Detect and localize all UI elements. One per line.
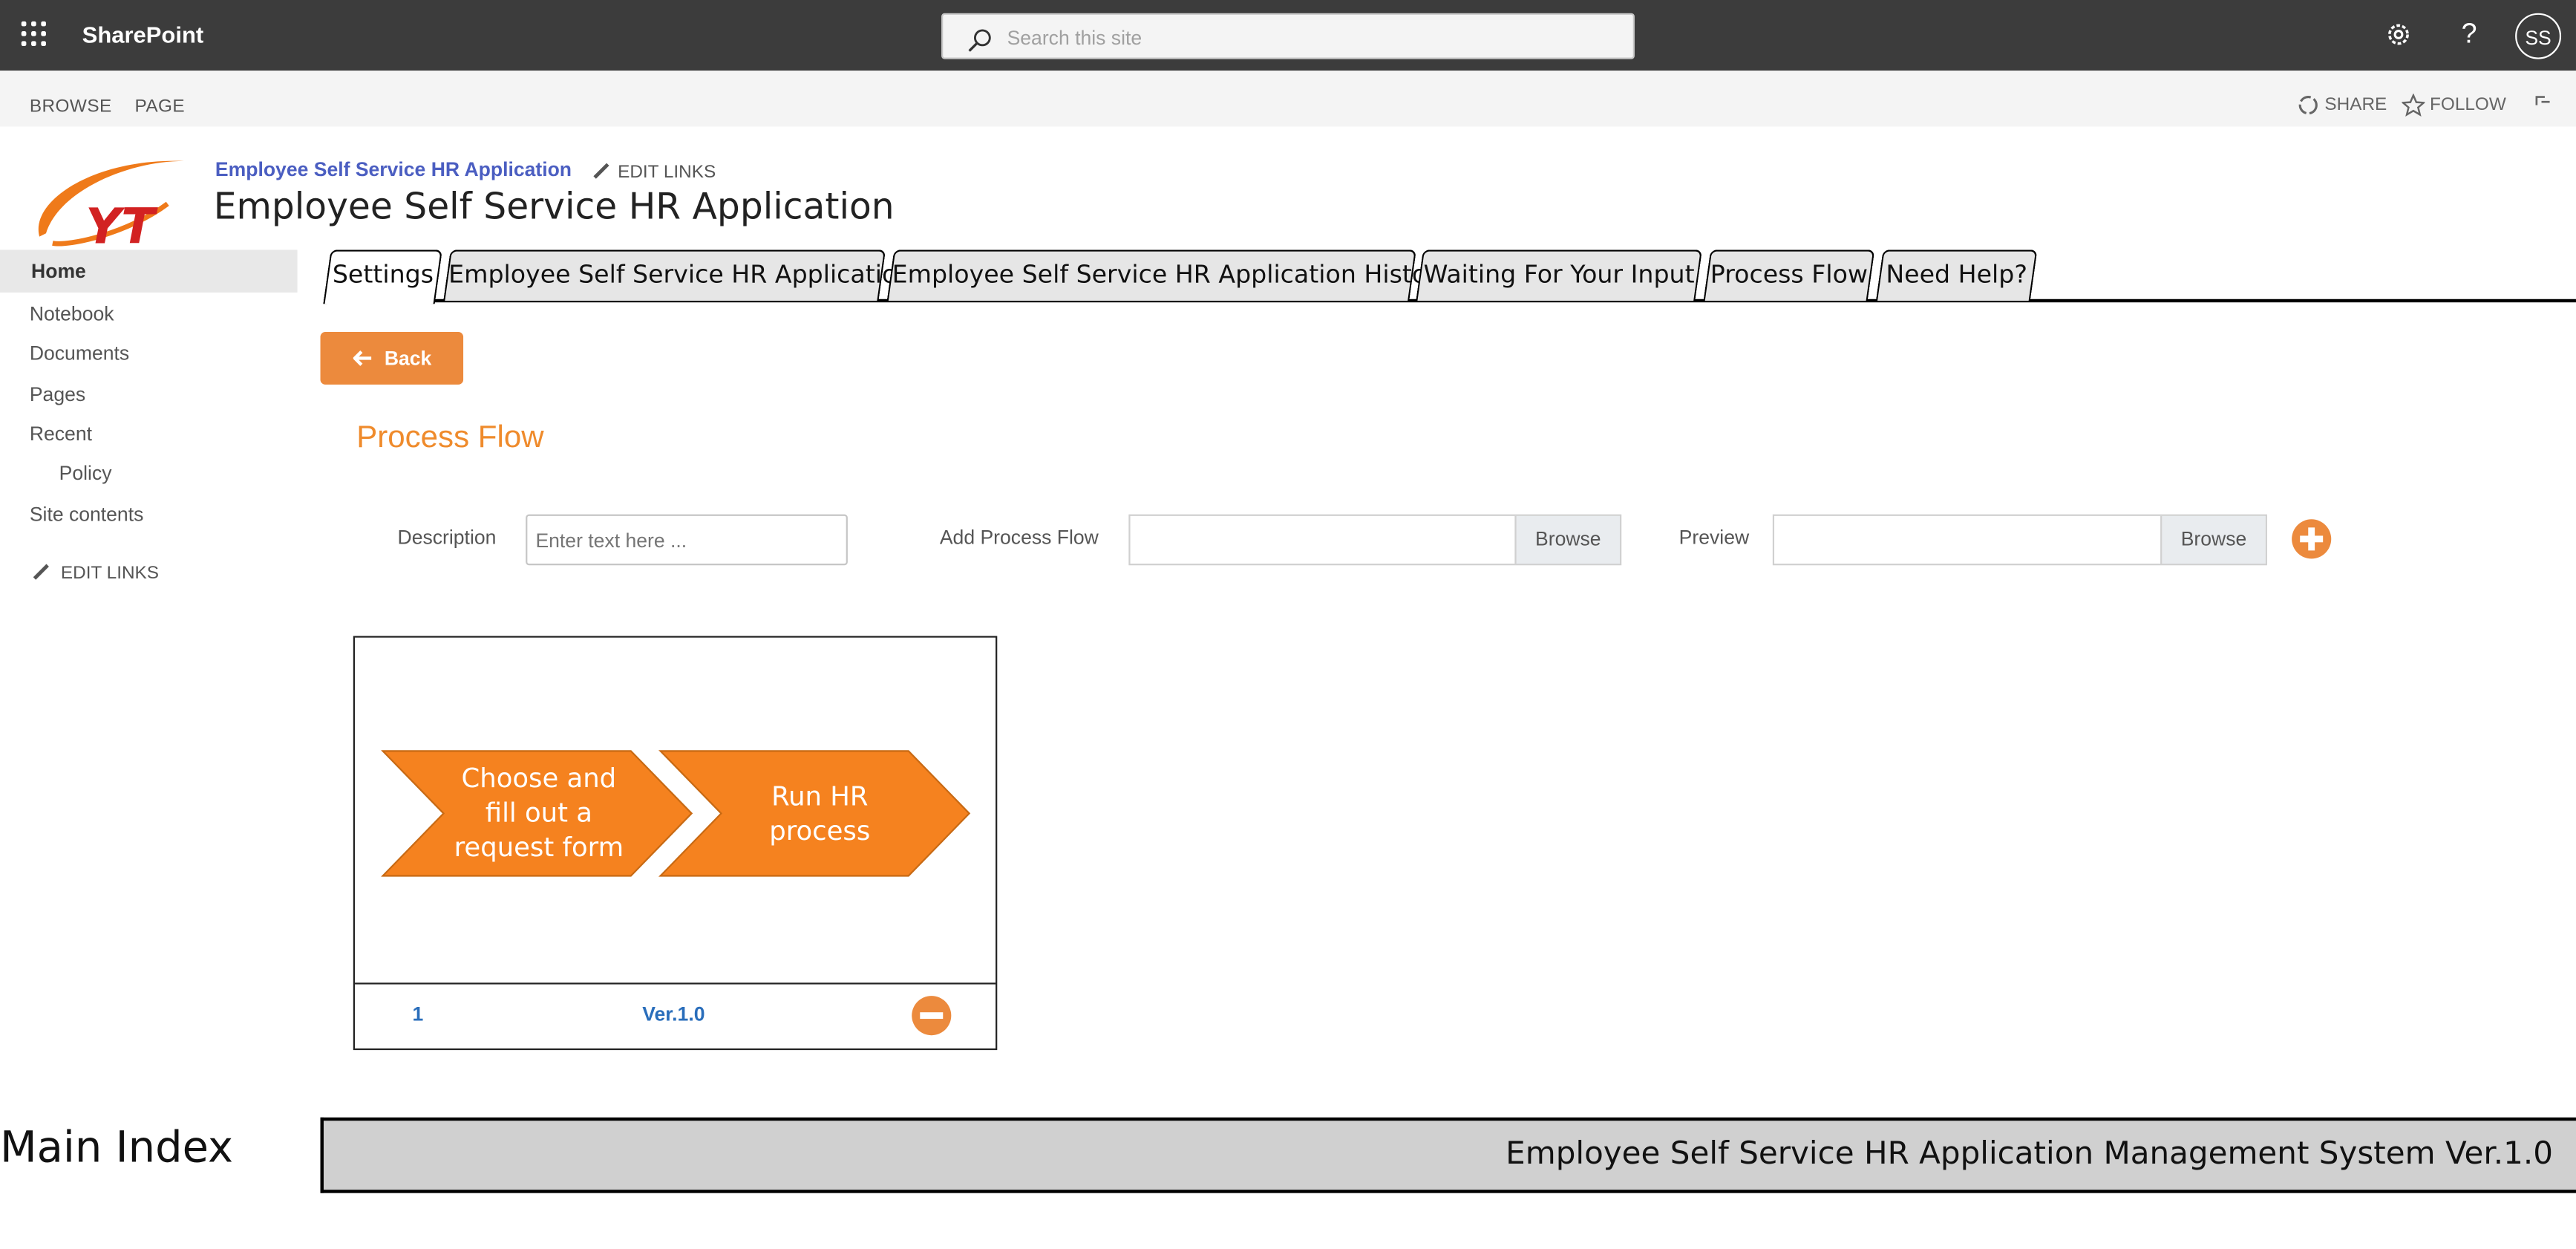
user-avatar[interactable]: SS (2515, 13, 2562, 59)
follow-button[interactable]: FOLLOW (2400, 93, 2506, 117)
tab-hr-application-label: Employee Self Service HR Application (448, 259, 913, 290)
process-flow-card: Choose and fill out a request form Run H… (353, 636, 998, 1051)
preview-browse-button[interactable]: Browse (2160, 515, 2266, 564)
step-2-text: Run HR process (769, 780, 871, 847)
help-icon[interactable]: ? (2453, 18, 2485, 50)
site-link[interactable]: Employee Self Service HR Application (215, 157, 572, 180)
tab-need-help[interactable]: Need Help? (1875, 250, 2038, 301)
footer-system-name: Employee Self Service HR Application Man… (1506, 1135, 2554, 1172)
tab-waiting-for-input-label: Waiting For Your Input (1423, 259, 1695, 290)
back-button[interactable]: Back (320, 332, 464, 385)
nav-item-home[interactable]: Home (0, 250, 298, 293)
star-icon (2400, 93, 2426, 117)
nav-item-site-contents[interactable]: Site contents (30, 503, 144, 526)
description-label: Description (397, 526, 497, 550)
card-divider (355, 982, 996, 985)
suite-bar: SharePoint Search this site ? SS (0, 0, 2576, 71)
tab-hr-application[interactable]: Employee Self Service HR Application (443, 250, 913, 301)
ribbon-tab-page[interactable]: PAGE (134, 97, 185, 117)
card-version: Ver.1.0 (642, 1002, 705, 1025)
tab-process-flow[interactable]: Process Flow (1703, 250, 1875, 301)
ribbon-tab-browse[interactable]: BROWSE (30, 97, 112, 117)
add-process-flow-browse-button[interactable]: Browse (1514, 515, 1621, 564)
nav-item-pages[interactable]: Pages (30, 383, 85, 406)
share-button[interactable]: SHARE (2297, 94, 2387, 117)
share-label: SHARE (2324, 95, 2387, 115)
search-box[interactable]: Search this site (941, 13, 1635, 59)
nav-item-notebook[interactable]: Notebook (30, 302, 114, 325)
follow-label: FOLLOW (2430, 95, 2506, 115)
back-label: Back (384, 346, 432, 370)
page-title: Employee Self Service HR Application (213, 187, 895, 229)
tab-settings[interactable]: Settings (323, 250, 443, 304)
share-icon (2298, 96, 2318, 115)
edit-links-nav[interactable]: EDIT LINKS (33, 562, 159, 584)
add-plus-icon[interactable] (2292, 519, 2332, 559)
nav-item-recent[interactable]: Recent (30, 423, 92, 446)
preview-file-input[interactable]: Browse (1772, 514, 2267, 566)
description-input[interactable] (526, 514, 848, 566)
pencil-icon (593, 163, 609, 179)
search-placeholder: Search this site (1007, 26, 1142, 50)
card-number: 1 (412, 1002, 424, 1025)
sharepoint-brand[interactable]: SharePoint (82, 22, 204, 48)
tab-process-flow-label: Process Flow (1710, 259, 1869, 290)
footer-bar: Employee Self Service HR Application Man… (320, 1117, 2576, 1193)
nav-item-documents[interactable]: Documents (30, 342, 129, 365)
nav-item-policy[interactable]: Policy (59, 462, 112, 485)
tab-settings-label: Settings (332, 259, 434, 290)
focus-content-icon[interactable] (2533, 94, 2553, 114)
tab-hr-application-history-label: Employee Self Service HR Application His… (892, 259, 1452, 290)
svg-text:YT: YT (85, 198, 158, 250)
edit-links-nav-label: EDIT LINKS (60, 564, 160, 584)
edit-links-header[interactable]: EDIT LINKS (593, 161, 716, 183)
edit-links-label: EDIT LINKS (618, 163, 716, 183)
remove-minus-icon[interactable] (912, 996, 952, 1036)
settings-gear-icon[interactable] (2382, 18, 2415, 50)
section-title: Process Flow (356, 420, 544, 456)
search-icon (968, 29, 991, 52)
step-1-text: Choose and fill out a request form (454, 762, 624, 863)
tab-waiting-for-input[interactable]: Waiting For Your Input (1416, 250, 1703, 301)
nav-home-label: Home (31, 259, 86, 283)
tab-hr-application-history[interactable]: Employee Self Service HR Application His… (886, 250, 1452, 301)
tab-need-help-label: Need Help? (1886, 259, 2027, 290)
main-index-link[interactable]: Main Index (0, 1124, 233, 1173)
app-launcher-icon[interactable] (21, 21, 48, 48)
preview-label: Preview (1678, 526, 1750, 550)
company-logo[interactable]: YT (30, 151, 191, 250)
pencil-icon (33, 564, 49, 580)
ribbon: BROWSE PAGE SHARE FOLLOW (0, 71, 2576, 127)
arrow-left-icon (353, 350, 372, 366)
add-process-flow-file-input[interactable]: Browse (1128, 514, 1622, 566)
add-process-flow-label: Add Process Flow (939, 526, 1099, 550)
